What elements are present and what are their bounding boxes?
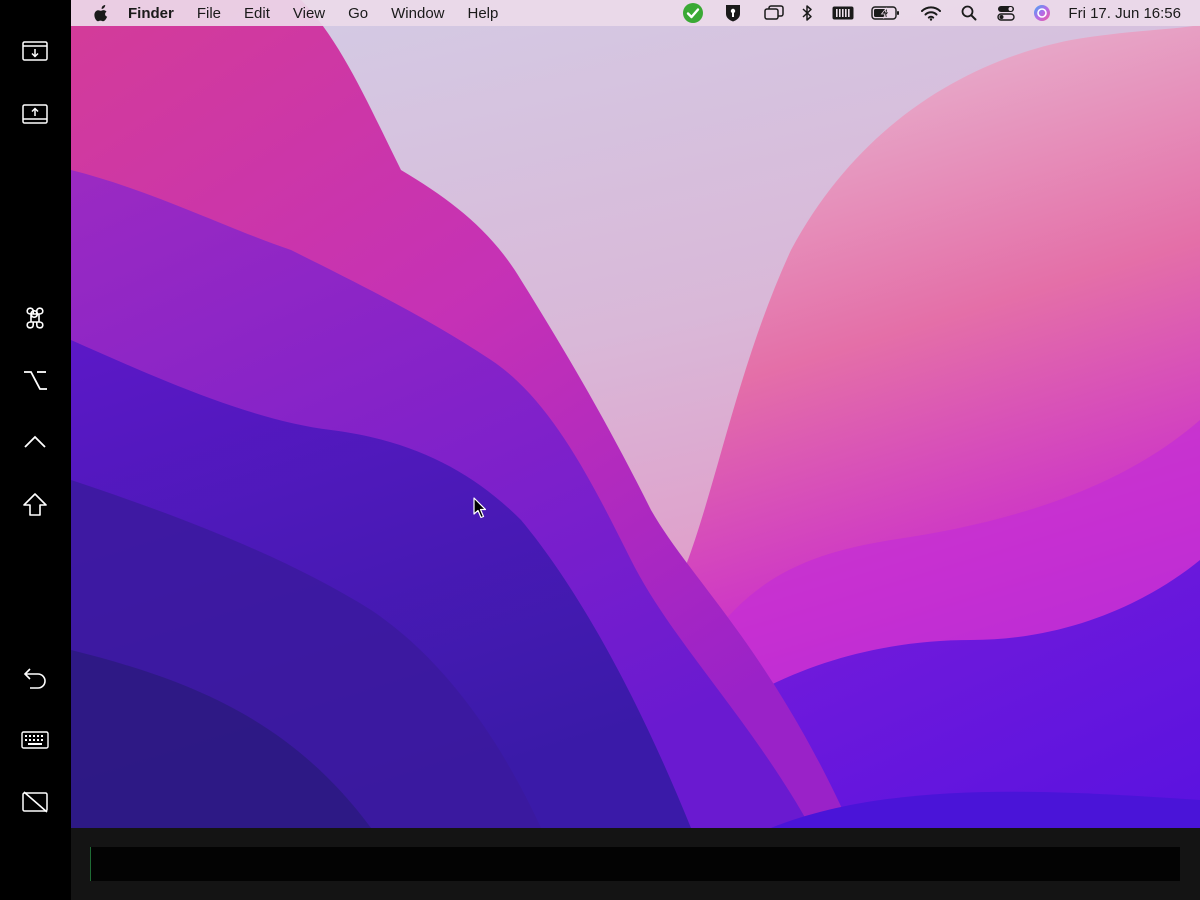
mac-desktop[interactable]: Finder File Edit View Go Window Help Fri… — [71, 0, 1200, 828]
memory-icon[interactable] — [832, 0, 854, 26]
menu-app-finder[interactable]: Finder — [128, 5, 174, 22]
menu-file[interactable]: File — [197, 5, 221, 22]
upload-screen-icon[interactable] — [17, 96, 53, 132]
keyboard-icon[interactable] — [17, 722, 53, 758]
option-key-icon[interactable] — [17, 362, 53, 398]
password-manager-icon[interactable] — [725, 0, 741, 26]
remote-toolbar — [0, 0, 71, 900]
menu-view[interactable]: View — [293, 5, 325, 22]
menu-window[interactable]: Window — [391, 5, 444, 22]
wallpaper-image — [71, 0, 1200, 828]
siri-icon[interactable] — [1033, 0, 1051, 26]
menu-bar: Finder File Edit View Go Window Help Fri… — [71, 0, 1200, 26]
command-key-icon[interactable] — [17, 300, 53, 336]
wifi-icon[interactable] — [921, 0, 942, 26]
menu-help[interactable]: Help — [468, 5, 499, 22]
menu-go[interactable]: Go — [348, 5, 368, 22]
control-key-icon[interactable] — [17, 424, 53, 460]
screen-mirroring-icon[interactable] — [764, 0, 785, 26]
apple-logo-icon[interactable] — [92, 0, 112, 26]
remote-text-input[interactable] — [90, 847, 1180, 881]
remote-input-bar — [71, 828, 1200, 900]
check-circle-icon[interactable] — [682, 0, 704, 26]
spotlight-search-icon[interactable] — [961, 0, 977, 26]
shift-key-icon[interactable] — [17, 487, 53, 523]
menu-edit[interactable]: Edit — [244, 5, 270, 22]
bluetooth-icon[interactable] — [801, 0, 813, 26]
undo-icon[interactable] — [17, 660, 53, 696]
control-center-icon[interactable] — [997, 0, 1016, 26]
battery-charging-icon[interactable] — [871, 0, 901, 26]
disconnect-display-icon[interactable] — [17, 784, 53, 820]
menu-clock[interactable]: Fri 17. Jun 16:56 — [1068, 5, 1181, 22]
mouse-cursor-icon — [473, 497, 487, 524]
download-screen-icon[interactable] — [17, 33, 53, 69]
